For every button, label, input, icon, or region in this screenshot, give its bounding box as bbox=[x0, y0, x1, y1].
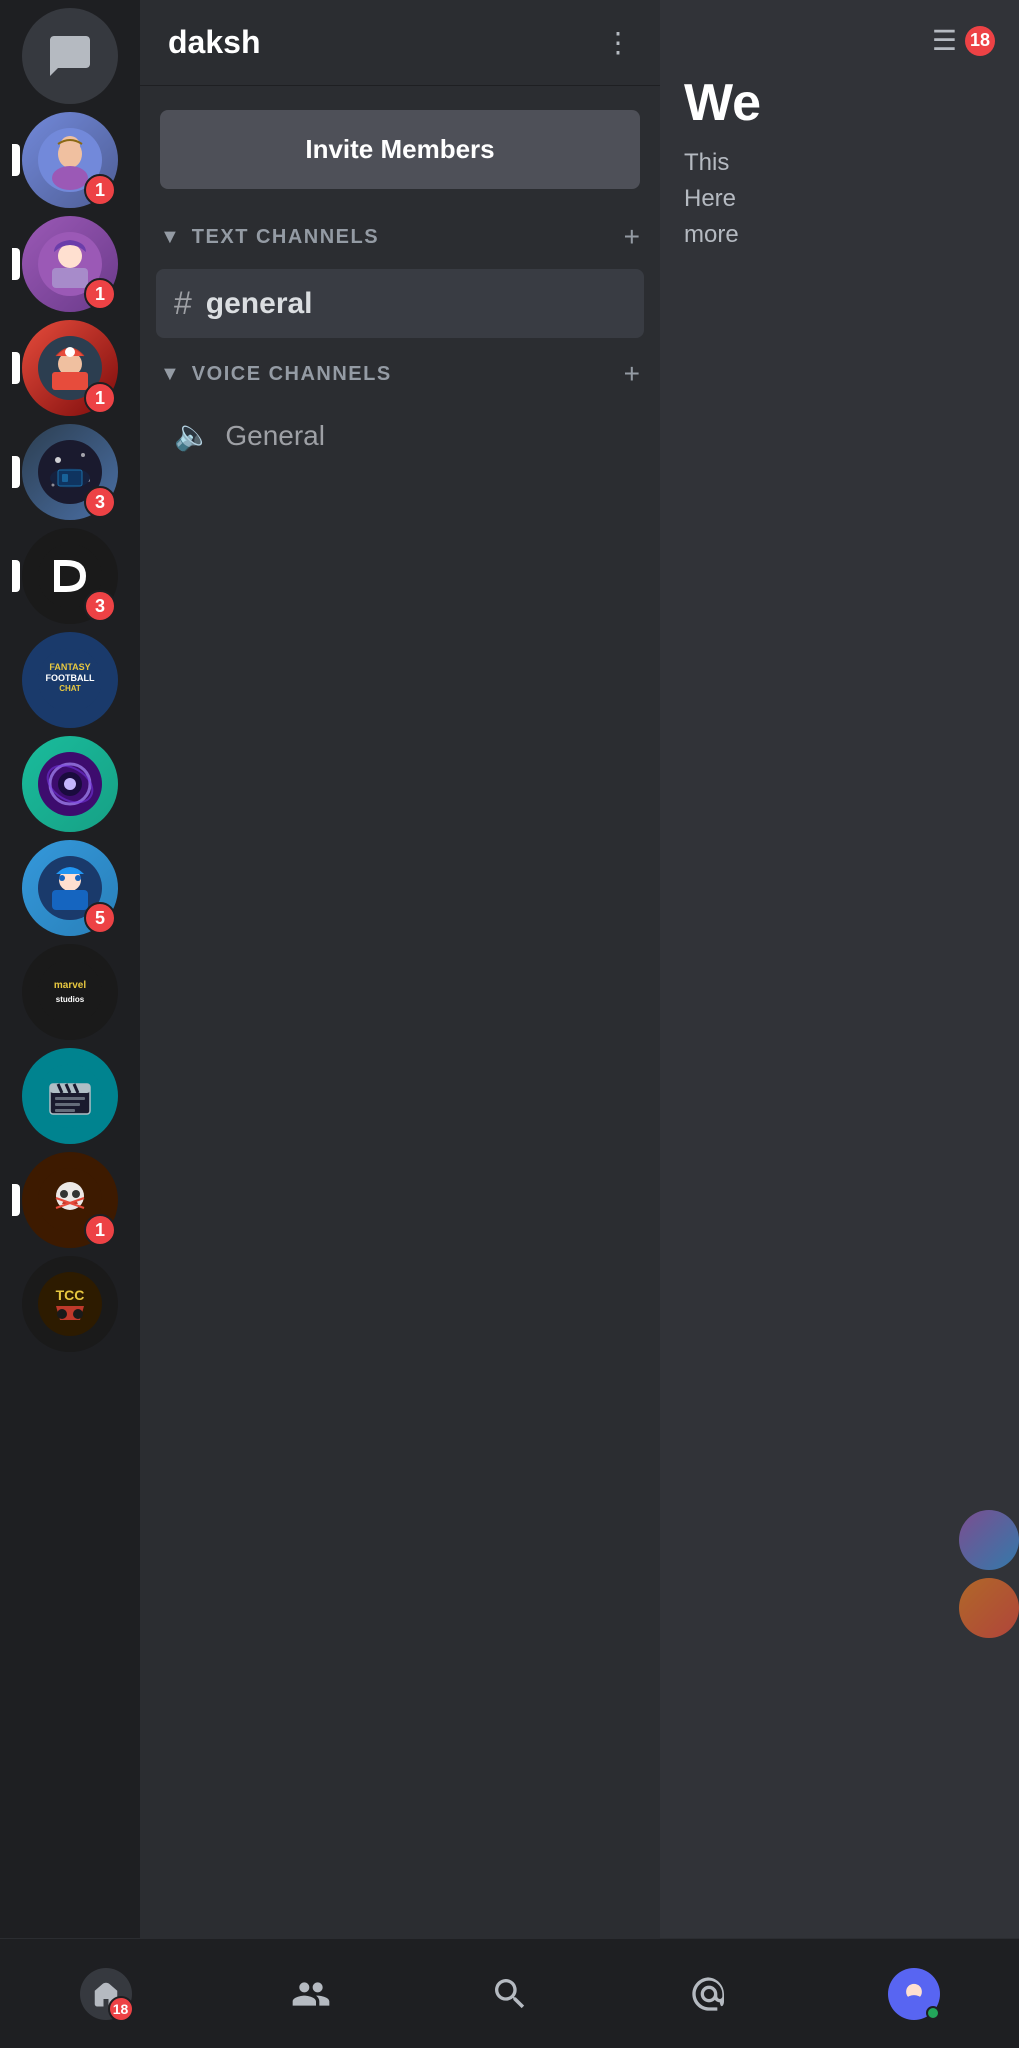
notification-badge: 1 bbox=[84, 1214, 116, 1246]
notification-badge: 3 bbox=[84, 590, 116, 622]
server-avatar: TCC bbox=[22, 1256, 118, 1352]
notification-count: 18 bbox=[965, 26, 995, 56]
notification-badge: 1 bbox=[84, 382, 116, 414]
server-item-5[interactable]: 3 bbox=[22, 528, 118, 624]
nav-search[interactable] bbox=[490, 1974, 530, 2014]
server-item-4[interactable]: 3 bbox=[22, 424, 118, 520]
voice-channels-header: ▼ VOICE CHANNELS + bbox=[156, 350, 644, 398]
channel-name: general bbox=[206, 287, 313, 321]
notification-badge: 3 bbox=[84, 486, 116, 518]
unread-indicator bbox=[12, 248, 20, 280]
channel-general[interactable]: # general bbox=[156, 269, 644, 338]
svg-text:FANTASY: FANTASY bbox=[49, 662, 90, 672]
main-content: ☰ 18 We This Here more bbox=[660, 0, 1019, 1938]
server-header: daksh ⋮ bbox=[140, 0, 660, 86]
notification-badge: 1 bbox=[84, 174, 116, 206]
user-avatar bbox=[888, 1968, 940, 2020]
speaker-icon: 🔈 bbox=[174, 418, 211, 453]
chevron-down-icon[interactable]: ▼ bbox=[160, 363, 180, 386]
search-icon bbox=[490, 1974, 530, 2014]
server-avatar bbox=[22, 736, 118, 832]
partial-avatar-1 bbox=[959, 1510, 1019, 1570]
channel-sidebar: daksh ⋮ Invite Members ▼ TEXT CHANNELS +… bbox=[140, 0, 660, 1938]
nav-profile[interactable] bbox=[888, 1968, 940, 2020]
svg-text:marvel: marvel bbox=[54, 980, 86, 991]
profile-avatar-image bbox=[896, 1976, 932, 2012]
svg-text:TCC: TCC bbox=[56, 1287, 85, 1303]
hash-icon: # bbox=[174, 285, 192, 322]
invite-members-button[interactable]: Invite Members bbox=[160, 110, 640, 189]
server-avatar: FANTASY FOOTBALL CHAT bbox=[22, 632, 118, 728]
svg-text:studios: studios bbox=[56, 995, 85, 1004]
partial-avatar-2 bbox=[959, 1578, 1019, 1638]
text-channels-section: ▼ TEXT CHANNELS + # general bbox=[140, 213, 660, 342]
section-title-row: ▼ VOICE CHANNELS bbox=[160, 363, 392, 386]
server-name: daksh bbox=[168, 24, 260, 61]
add-voice-channel-icon[interactable]: + bbox=[624, 358, 640, 390]
server-item-1[interactable]: 1 bbox=[22, 112, 118, 208]
section-title-row: ▼ TEXT CHANNELS bbox=[160, 226, 379, 249]
add-channel-icon[interactable]: + bbox=[624, 221, 640, 253]
server-avatar: marvel studios bbox=[22, 944, 118, 1040]
nav-home[interactable]: 18 bbox=[80, 1968, 132, 2020]
svg-text:FOOTBALL: FOOTBALL bbox=[46, 673, 95, 683]
server-avatar bbox=[22, 1048, 118, 1144]
server-item-9[interactable]: marvel studios bbox=[22, 944, 118, 1040]
friends-icon bbox=[291, 1974, 331, 2014]
unread-indicator bbox=[12, 352, 20, 384]
server-list: 1 1 bbox=[0, 0, 140, 1938]
voice-channels-section: ▼ VOICE CHANNELS + 🔈 General bbox=[140, 350, 660, 465]
welcome-section: We This Here more bbox=[684, 73, 995, 253]
welcome-title: We bbox=[684, 73, 995, 133]
notification-badge: 5 bbox=[84, 902, 116, 934]
home-badge: 18 bbox=[108, 1996, 134, 2022]
chevron-down-icon[interactable]: ▼ bbox=[160, 226, 180, 249]
voice-channel-general[interactable]: 🔈 General bbox=[156, 406, 644, 465]
unread-indicator bbox=[12, 1184, 20, 1216]
notification-badge: 1 bbox=[84, 278, 116, 310]
server-item-8[interactable]: 5 bbox=[22, 840, 118, 936]
text-channels-header: ▼ TEXT CHANNELS + bbox=[156, 213, 644, 261]
unread-indicator bbox=[12, 560, 20, 592]
mention-icon bbox=[689, 1974, 729, 2014]
server-item-6[interactable]: FANTASY FOOTBALL CHAT bbox=[22, 632, 118, 728]
svg-text:CHAT: CHAT bbox=[59, 684, 81, 693]
voice-channel-name: General bbox=[225, 420, 325, 452]
server-item-7[interactable] bbox=[22, 736, 118, 832]
online-status-dot bbox=[926, 2006, 940, 2020]
hamburger-icon[interactable]: ☰ bbox=[932, 24, 957, 57]
unread-indicator bbox=[12, 144, 20, 176]
voice-channels-label: VOICE CHANNELS bbox=[192, 363, 392, 386]
more-options-icon[interactable]: ⋮ bbox=[604, 26, 632, 59]
welcome-desc-line2: Here bbox=[684, 181, 995, 217]
server-item-10[interactable] bbox=[22, 1048, 118, 1144]
welcome-desc-line3: more bbox=[684, 217, 995, 253]
server-item-12[interactable]: TCC bbox=[22, 1256, 118, 1352]
server-item-11[interactable]: 1 bbox=[22, 1152, 118, 1248]
nav-friends[interactable] bbox=[291, 1974, 331, 2014]
partial-avatar-area bbox=[959, 1510, 1019, 1638]
server-item-3[interactable]: 1 bbox=[22, 320, 118, 416]
welcome-desc-line1: This bbox=[684, 145, 995, 181]
nav-mentions[interactable] bbox=[689, 1974, 729, 2014]
dm-button[interactable] bbox=[22, 8, 118, 104]
text-channels-label: TEXT CHANNELS bbox=[192, 226, 379, 249]
bottom-navigation: 18 bbox=[0, 1938, 1019, 2048]
main-header: ☰ 18 bbox=[684, 24, 995, 57]
server-item-2[interactable]: 1 bbox=[22, 216, 118, 312]
unread-indicator bbox=[12, 456, 20, 488]
